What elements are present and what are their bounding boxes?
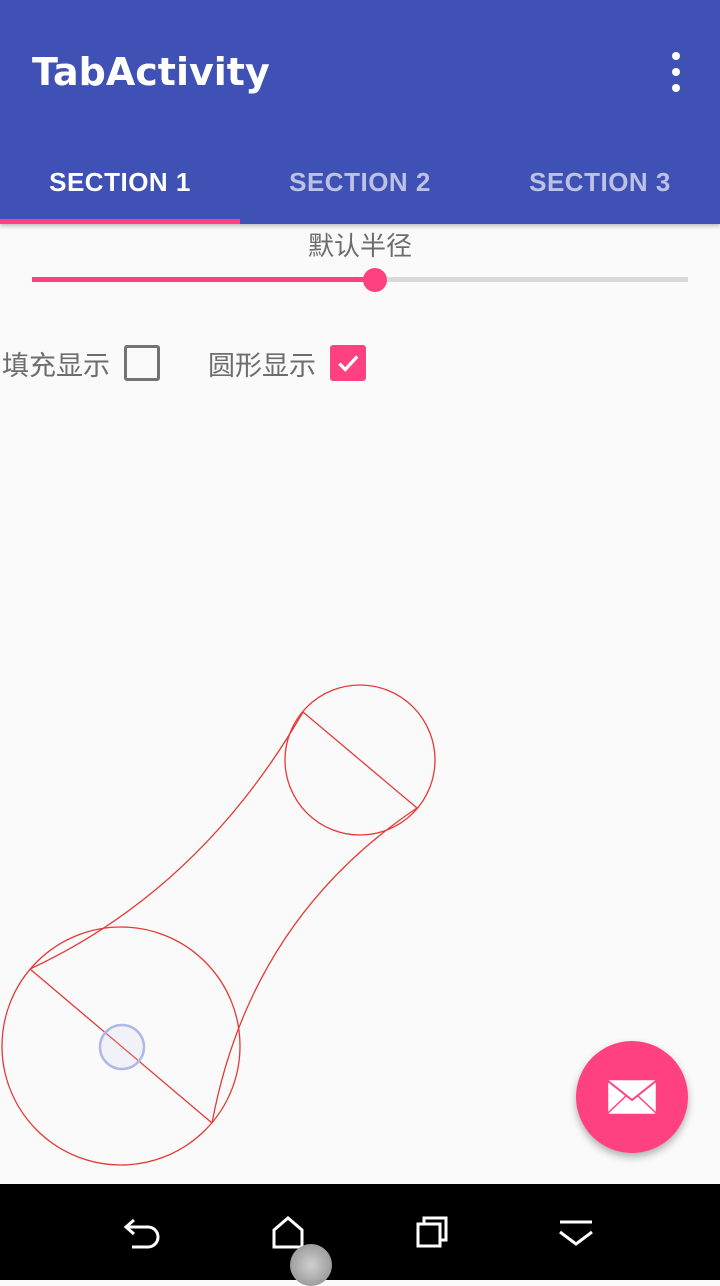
app-bar: TabActivity SECTION 1 SECTION 2 SECTION … — [0, 0, 720, 224]
checkmark-icon — [338, 355, 359, 372]
default-radius-label: 默认半径 — [307, 232, 412, 262]
tab-section-2[interactable]: SECTION 2 — [240, 140, 480, 224]
circle-display-checkbox[interactable] — [330, 345, 366, 381]
app-title: TabActivity — [32, 50, 270, 94]
circle-display-option[interactable]: 圆形显示 — [208, 340, 366, 386]
slider-fill — [32, 277, 375, 282]
email-icon — [606, 1078, 658, 1116]
tab-bar: SECTION 1 SECTION 2 SECTION 3 — [0, 140, 720, 224]
tab-section-1[interactable]: SECTION 1 — [0, 140, 240, 224]
fill-display-option[interactable]: 填充显示 — [2, 340, 160, 386]
connector-curve-lower — [211, 807, 418, 1124]
small-circle-diameter — [302, 711, 418, 809]
tab-section-3[interactable]: SECTION 3 — [480, 140, 720, 224]
connector-curve-upper — [29, 711, 304, 970]
tab-indicator — [0, 219, 240, 224]
tab-label: SECTION 2 — [289, 166, 431, 197]
tab-label: SECTION 3 — [529, 166, 671, 197]
fill-display-label: 填充显示 — [2, 350, 110, 382]
navigation-bar — [0, 1184, 720, 1280]
radius-slider[interactable] — [32, 266, 688, 294]
email-fab[interactable] — [576, 1041, 688, 1153]
touch-marker — [98, 1023, 146, 1071]
recents-icon[interactable] — [408, 1212, 456, 1252]
tab-label: SECTION 1 — [49, 166, 191, 197]
circle-display-label: 圆形显示 — [208, 350, 316, 382]
collapse-icon[interactable] — [552, 1212, 600, 1252]
fill-display-checkbox[interactable] — [124, 345, 160, 381]
more-vert-icon[interactable] — [660, 52, 692, 92]
back-icon[interactable] — [120, 1212, 168, 1252]
slider-thumb[interactable] — [363, 268, 387, 292]
